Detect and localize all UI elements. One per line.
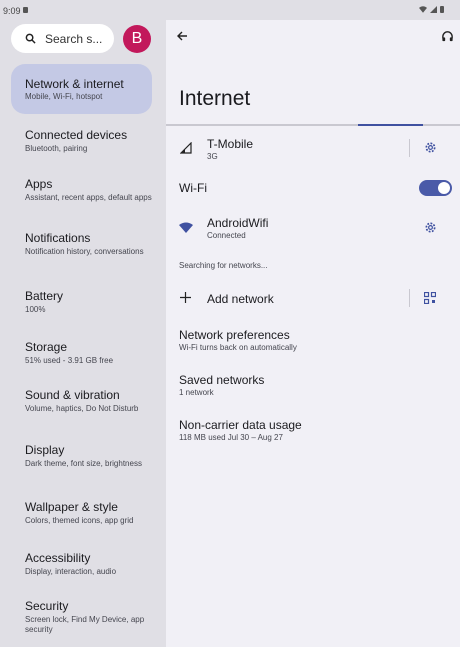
sidebar-item-label: Storage [25, 340, 68, 354]
status-time: 9:09 [3, 6, 21, 16]
network-preferences-summary: Wi-Fi turns back on automatically [179, 343, 297, 352]
carrier-name[interactable]: T-Mobile [207, 137, 253, 151]
wifi-status-icon [419, 6, 427, 13]
separator [409, 289, 410, 307]
sidebar-item-summary: Bluetooth, pairing [25, 144, 88, 153]
sidebar-item-label: Network & internet [25, 77, 124, 91]
sidebar-item-accessibility[interactable]: Accessibility Display, interaction, audi… [11, 551, 152, 577]
sidebar-item-summary: Screen lock, Find My Device, app securit… [25, 615, 145, 634]
sidebar-item-display[interactable]: Display Dark theme, font size, brightnes… [11, 443, 152, 469]
sidebar-item-wallpaper[interactable]: Wallpaper & style Colors, themed icons, … [11, 500, 152, 526]
sidebar-item-summary: Mobile, Wi-Fi, hotspot [25, 92, 103, 101]
sidebar-item-label: Accessibility [25, 551, 91, 565]
add-network-button[interactable]: Add network [207, 292, 274, 306]
wifi-toggle[interactable] [419, 180, 452, 196]
sd-card-icon [23, 7, 28, 13]
help-icon[interactable] [441, 30, 454, 43]
search-placeholder: Search s... [45, 31, 103, 46]
sidebar-item-notifications[interactable]: Notifications Notification history, conv… [11, 231, 152, 257]
wifi-network-status: Connected [207, 231, 246, 240]
sidebar-item-summary: 51% used - 3.91 GB free [25, 356, 114, 365]
signal-status-icon [430, 6, 437, 13]
plus-icon [180, 292, 191, 303]
avatar[interactable]: B [123, 25, 151, 53]
wifi-network-name[interactable]: AndroidWifi [207, 216, 268, 230]
sidebar-item-battery[interactable]: Battery 100% [11, 289, 152, 315]
scroll-indicator [358, 124, 423, 126]
page-title: Internet [179, 87, 251, 110]
sidebar-item-summary: Assistant, recent apps, default apps [25, 193, 152, 202]
saved-networks-summary: 1 network [179, 388, 214, 397]
sidebar-item-summary: Volume, haptics, Do Not Disturb [25, 404, 139, 413]
sidebar-item-label: Display [25, 443, 65, 457]
sidebar-item-label: Connected devices [25, 128, 128, 142]
sidebar-item-label: Sound & vibration [25, 388, 120, 402]
sidebar-item-connected-devices[interactable]: Connected devices Bluetooth, pairing [11, 128, 152, 154]
sidebar-item-label: Battery [25, 289, 64, 303]
status-bar: 9:09 [0, 0, 460, 20]
wifi-settings-gear-icon[interactable] [424, 221, 437, 234]
searching-status: Searching for networks... [179, 261, 268, 270]
sidebar-item-network[interactable]: Network & internet Mobile, Wi-Fi, hotspo… [11, 64, 152, 114]
toggle-knob [438, 182, 450, 194]
cell-signal-icon [180, 142, 192, 154]
battery-status-icon [440, 6, 444, 13]
sidebar-item-summary: Notification history, conversations [25, 247, 144, 256]
wifi-label: Wi-Fi [179, 181, 207, 195]
status-icons [419, 6, 444, 13]
search-input[interactable]: Search s... [11, 24, 114, 53]
data-usage-title[interactable]: Non-carrier data usage [179, 418, 302, 432]
back-arrow-icon[interactable] [176, 30, 188, 42]
qr-code-scan-icon[interactable] [424, 292, 436, 304]
sidebar-item-summary: 100% [25, 305, 46, 314]
header-divider [166, 124, 460, 126]
sidebar-item-label: Apps [25, 177, 53, 191]
sidebar-item-storage[interactable]: Storage 51% used - 3.91 GB free [11, 340, 152, 366]
sidebar-item-label: Wallpaper & style [25, 500, 118, 514]
sidebar-item-apps[interactable]: Apps Assistant, recent apps, default app… [11, 177, 152, 203]
sidebar-item-summary: Dark theme, font size, brightness [25, 459, 142, 468]
carrier-network-type: 3G [207, 152, 218, 161]
network-preferences-title[interactable]: Network preferences [179, 328, 290, 342]
carrier-settings-gear-icon[interactable] [424, 141, 437, 154]
sidebar-item-sound[interactable]: Sound & vibration Volume, haptics, Do No… [11, 388, 152, 414]
sidebar-item-security[interactable]: Security Screen lock, Find My Device, ap… [11, 599, 152, 634]
data-usage-summary: 118 MB used Jul 30 – Aug 27 [179, 433, 283, 442]
sidebar-item-summary: Colors, themed icons, app grid [25, 516, 134, 525]
sidebar-item-label: Notifications [25, 231, 91, 245]
wifi-network-icon [179, 222, 193, 233]
separator [409, 139, 410, 157]
sidebar-item-label: Security [25, 599, 69, 613]
saved-networks-title[interactable]: Saved networks [179, 373, 264, 387]
search-icon [25, 33, 36, 44]
sidebar-item-summary: Display, interaction, audio [25, 567, 117, 576]
